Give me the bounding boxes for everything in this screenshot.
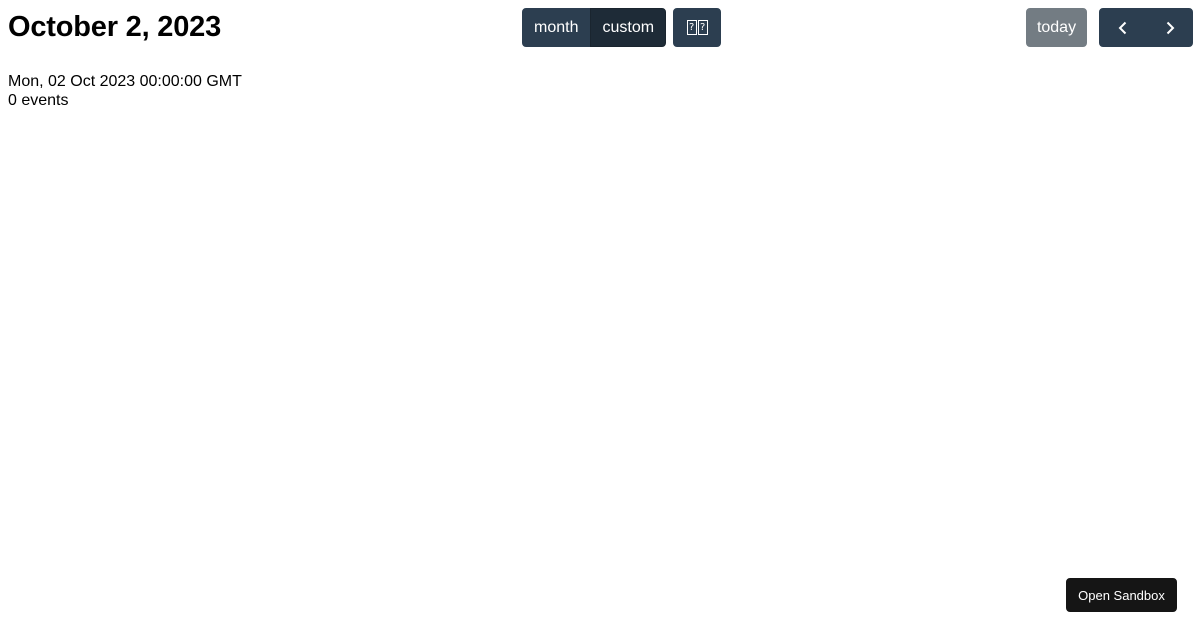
date-string: Mon, 02 Oct 2023 00:00:00 GMT — [8, 73, 242, 90]
toggle-button[interactable]: ? ? — [673, 8, 721, 47]
view-switcher: month custom — [522, 8, 667, 47]
event-count: 0 events — [8, 92, 69, 109]
calendar-toolbar: October 2, 2023 month custom ? ? today — [8, 8, 1193, 48]
chevron-right-icon — [1166, 21, 1174, 34]
calendar-page: October 2, 2023 month custom ? ? today M… — [0, 0, 1200, 630]
today-button[interactable]: today — [1026, 8, 1087, 47]
missing-glyph-icon: ? ? — [686, 20, 708, 35]
prev-button[interactable] — [1099, 8, 1146, 47]
month-view-button[interactable]: month — [522, 8, 591, 47]
date-info: Mon, 02 Oct 2023 00:00:00 GMT 0 events — [8, 72, 242, 110]
glyph-box-left: ? — [686, 20, 697, 35]
calendar-title: October 2, 2023 — [8, 11, 221, 43]
glyph-box-right: ? — [697, 20, 708, 35]
nav-buttons — [1099, 8, 1193, 47]
open-sandbox-button[interactable]: Open Sandbox — [1066, 578, 1177, 612]
next-button[interactable] — [1146, 8, 1193, 47]
chevron-left-icon — [1118, 21, 1126, 34]
custom-view-button[interactable]: custom — [590, 8, 667, 47]
